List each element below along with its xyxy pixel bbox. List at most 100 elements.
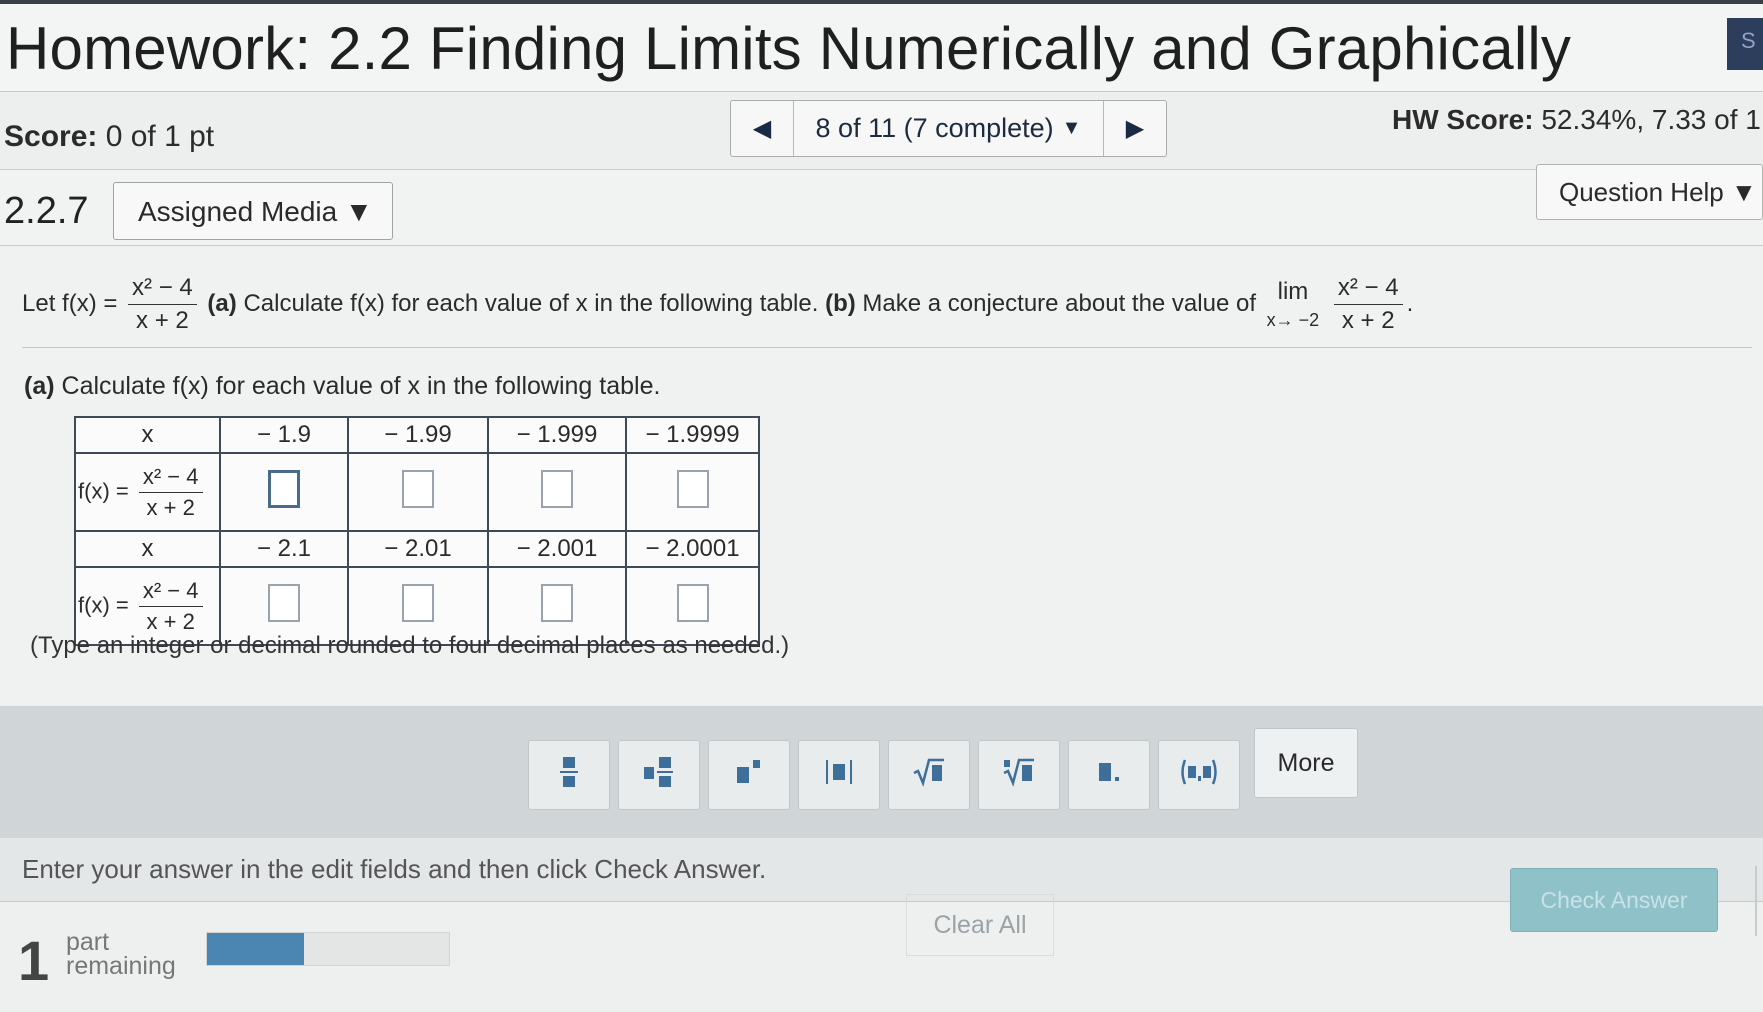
score-bar: Score: 0 of 1 pt ◀ 8 of 11 (7 complete) … [0, 92, 1763, 170]
page-header: Homework: 2.2 Finding Limits Numerically… [0, 0, 1763, 92]
part-b-text: Make a conjecture about the value of [862, 289, 1256, 317]
footer-bar: 1 part remaining Clear All Check Answer [0, 866, 1763, 1012]
f-denominator: x + 2 [146, 608, 195, 634]
problem-statement: Let f(x) = x² − 4 x + 2 (a) Calculate f(… [22, 266, 1752, 348]
question-bar: 2.2.7 Assigned Media ▼ Question Help ▼ [0, 164, 1763, 246]
corner-button[interactable]: S [1727, 18, 1763, 70]
math-toolbar: More [0, 706, 1763, 838]
homework-title: Homework: 2.2 Finding Limits Numerically… [6, 15, 1572, 82]
f-fraction: x² − 4 x + 2 [138, 578, 203, 635]
fraction: x² − 4 x + 2 [128, 274, 197, 335]
answer-input[interactable] [268, 583, 300, 622]
fraction-numerator: x² − 4 [128, 274, 197, 305]
answer-input[interactable] [402, 583, 434, 622]
table-row: x − 2.1 − 2.01 − 2.001 − 2.0001 [74, 530, 760, 568]
assigned-media-button[interactable]: Assigned Media ▼ [113, 182, 393, 240]
x-value-cell: − 2.001 [487, 530, 627, 568]
math-tools: More [528, 728, 1358, 810]
part-a-heading-text: Calculate f(x) for each value of x in th… [61, 372, 661, 400]
previous-question-button[interactable]: ◀ [731, 101, 793, 156]
ordered-pair-icon [1179, 757, 1219, 794]
f-fraction: x² − 4 x + 2 [138, 464, 203, 521]
clear-all-button[interactable]: Clear All [906, 894, 1054, 956]
mixed-number-icon [643, 755, 675, 796]
instruction-text: Enter your answer in the edit fields and… [0, 838, 1763, 902]
rounding-hint: (Type an integer or decimal rounded to f… [30, 632, 790, 659]
absolute-value-icon [824, 757, 854, 794]
score-label: Score: [4, 120, 98, 153]
parts-remaining-label: part remaining [66, 928, 176, 980]
fraction-icon [558, 755, 580, 796]
limit-expression: lim x→ −2 [1267, 278, 1320, 331]
hw-score-label: HW Score: [1392, 104, 1534, 135]
square-root-tool-button[interactable] [888, 740, 970, 810]
remaining-word: remaining [66, 952, 176, 980]
answer-cell [347, 452, 489, 532]
exponent-icon [735, 757, 763, 794]
triangle-left-icon: ◀ [752, 115, 772, 142]
progress-bar [206, 932, 450, 966]
answer-cell [487, 452, 627, 532]
absolute-value-tool-button[interactable] [798, 740, 880, 810]
fraction-tool-button[interactable] [528, 740, 610, 810]
f-header-cell: f(x) = x² − 4 x + 2 [74, 452, 221, 532]
f-numerator: x² − 4 [138, 464, 203, 493]
part-a-heading-marker: (a) [24, 372, 55, 400]
question-number: 2.2.7 [4, 190, 89, 232]
caret-down-icon: ▼ [345, 196, 373, 227]
question-select-dropdown[interactable]: 8 of 11 (7 complete) ▼ [793, 101, 1104, 156]
x-value-cell: − 1.999 [487, 416, 627, 454]
x-value-cell: − 2.01 [347, 530, 489, 568]
answer-cell [219, 452, 349, 532]
f-denominator: x + 2 [146, 494, 195, 520]
f-label: f(x) = [78, 477, 129, 503]
hw-score-display: HW Score: 52.34%, 7.33 of 1 [1392, 104, 1761, 136]
x-header-cell: x [74, 416, 221, 454]
lim-word: lim [1277, 278, 1309, 305]
f-numerator: x² − 4 [138, 578, 203, 607]
x-header-cell: x [74, 530, 221, 568]
answer-input[interactable] [402, 469, 434, 508]
question-position-text: 8 of 11 (7 complete) [815, 113, 1054, 143]
square-root-icon [912, 757, 946, 794]
caret-down-icon: ▼ [1731, 177, 1757, 207]
exponent-tool-button[interactable] [708, 740, 790, 810]
fraction-denominator: x + 2 [136, 307, 189, 334]
limit-fraction: x² − 4 x + 2 [1333, 274, 1403, 335]
let-text: Let f(x) = [22, 289, 118, 317]
x-value-cell: − 2.1 [219, 530, 349, 568]
progress-bar-fill [207, 933, 304, 965]
part-b-marker: (b) [825, 289, 856, 317]
next-question-button[interactable]: ▶ [1104, 101, 1166, 156]
part-word: part [66, 928, 110, 956]
part-a-text: Calculate f(x) for each value of x in th… [243, 289, 819, 317]
nth-root-icon [1002, 757, 1036, 794]
parts-remaining-count: 1 [18, 929, 50, 992]
question-help-button[interactable]: Question Help ▼ [1536, 164, 1763, 220]
answer-input[interactable] [541, 469, 573, 508]
hw-score-value: 52.34%, 7.33 of 1 [1541, 104, 1761, 135]
caret-down-icon: ▼ [1061, 117, 1082, 139]
x-value-cell: − 1.99 [347, 416, 489, 454]
limit-denominator: x + 2 [1341, 307, 1395, 334]
function-values-table: x − 1.9 − 1.99 − 1.999 − 1.9999 f(x) = x… [74, 416, 760, 646]
decimal-tool-button[interactable] [1068, 740, 1150, 810]
part-a-heading: (a) Calculate f(x) for each value of x i… [24, 372, 660, 401]
part-a-marker: (a) [207, 289, 237, 317]
lim-subscript: x→ −2 [1266, 310, 1320, 330]
answer-input[interactable] [676, 469, 709, 508]
decimal-icon [1095, 757, 1123, 794]
nth-root-tool-button[interactable] [978, 740, 1060, 810]
check-answer-button[interactable]: Check Answer [1510, 868, 1718, 932]
more-tools-button[interactable]: More [1254, 728, 1358, 798]
answer-input[interactable] [541, 583, 573, 622]
divider [1755, 866, 1757, 936]
assigned-media-label: Assigned Media [138, 196, 338, 227]
answer-input[interactable] [676, 583, 709, 622]
problem-area: Let f(x) = x² − 4 x + 2 (a) Calculate f(… [0, 246, 1763, 786]
answer-input[interactable] [268, 469, 300, 508]
mixed-number-tool-button[interactable] [618, 740, 700, 810]
statement-line: Let f(x) = x² − 4 x + 2 (a) Calculate f(… [22, 274, 1414, 335]
ordered-pair-tool-button[interactable] [1158, 740, 1240, 810]
triangle-right-icon: ▶ [1125, 115, 1145, 142]
